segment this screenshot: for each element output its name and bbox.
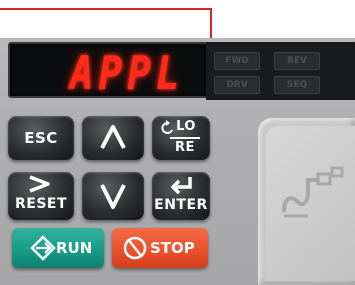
run-button-label: RUN: [56, 239, 93, 257]
lo-re-key[interactable]: LO RE: [152, 116, 210, 160]
memory-card-cover: [266, 126, 355, 281]
enter-arrow-icon: [171, 177, 192, 195]
display-text: APPL: [70, 46, 185, 100]
led-display: APPL: [8, 42, 210, 100]
enter-key[interactable]: ENTER: [152, 172, 210, 220]
run-icon: [30, 235, 56, 261]
lo-re-divider: [170, 137, 200, 139]
stop-button[interactable]: STOP: [112, 228, 208, 268]
status-led-panel: FWD REV DRV SEQ: [206, 42, 355, 100]
card-logo-icon: [282, 166, 344, 218]
up-arrow-key[interactable]: [82, 116, 144, 160]
stop-icon: [123, 236, 147, 260]
reset-key-label: RESET: [14, 196, 68, 212]
callout-line-top: [0, 8, 212, 10]
run-button[interactable]: RUN: [12, 228, 104, 268]
down-arrow-key[interactable]: [82, 172, 144, 220]
rotate-arrow-icon: [161, 120, 173, 134]
right-arrow-icon: [29, 175, 50, 193]
status-led: DRV: [214, 76, 260, 94]
status-led: FWD: [214, 52, 260, 70]
esc-key[interactable]: ESC: [8, 116, 74, 160]
reset-key[interactable]: RESET: [8, 172, 74, 220]
stop-button-label: STOP: [150, 239, 195, 257]
enter-key-label: ENTER: [154, 197, 208, 213]
status-led: SEQ: [274, 76, 320, 94]
status-led: REV: [274, 52, 320, 70]
re-label: RE: [175, 140, 195, 155]
up-arrow-icon: [100, 125, 126, 149]
esc-key-label: ESC: [24, 129, 58, 147]
down-arrow-icon: [100, 184, 126, 209]
